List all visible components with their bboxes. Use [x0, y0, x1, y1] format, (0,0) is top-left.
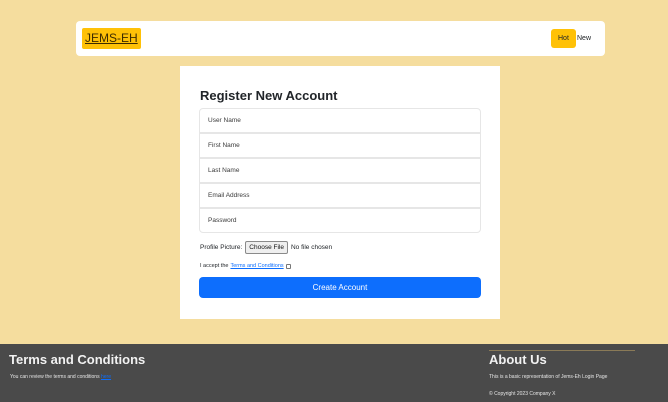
navbar: JEMS-EH Hot New: [76, 21, 605, 56]
footer-copyright: © Copyright 2023 Company X: [489, 391, 556, 397]
form-title: Register New Account: [200, 88, 338, 103]
footer-about-title: About Us: [489, 352, 547, 367]
nav-link-hot[interactable]: Hot: [551, 29, 576, 48]
file-status-text: No file chosen: [290, 244, 333, 251]
email-input[interactable]: [199, 183, 481, 208]
last-name-input[interactable]: [199, 158, 481, 183]
footer-divider: [489, 350, 635, 351]
terms-prefix: I accept the: [200, 263, 229, 269]
footer-about-text: This is a basic representation of Jems-E…: [489, 374, 608, 380]
password-input[interactable]: [199, 208, 481, 233]
accept-terms-checkbox[interactable]: [285, 263, 291, 269]
footer-terms-sentence: You can review the terms and conditions: [10, 374, 100, 380]
first-name-input[interactable]: [199, 133, 481, 158]
brand-link[interactable]: JEMS-EH: [82, 28, 141, 49]
choose-file-button[interactable]: Choose File: [245, 241, 288, 254]
footer-terms-here-link[interactable]: here: [101, 374, 111, 380]
profile-picture-row: Profile Picture: Choose File No file cho…: [200, 241, 332, 254]
terms-row: I accept the Terms and Conditions: [200, 262, 291, 270]
username-input[interactable]: [199, 108, 481, 133]
footer-terms-text: You can review the terms and conditions …: [10, 374, 111, 380]
footer-terms-title: Terms and Conditions: [9, 352, 146, 367]
profile-picture-label: Profile Picture:: [200, 244, 243, 251]
terms-link[interactable]: Terms and Conditions: [230, 262, 283, 270]
footer: Terms and Conditions You can review the …: [0, 344, 668, 402]
nav-link-new[interactable]: New: [577, 29, 591, 48]
register-card: Register New Account Profile Picture: Ch…: [180, 66, 500, 319]
create-account-button[interactable]: Create Account: [199, 277, 481, 298]
